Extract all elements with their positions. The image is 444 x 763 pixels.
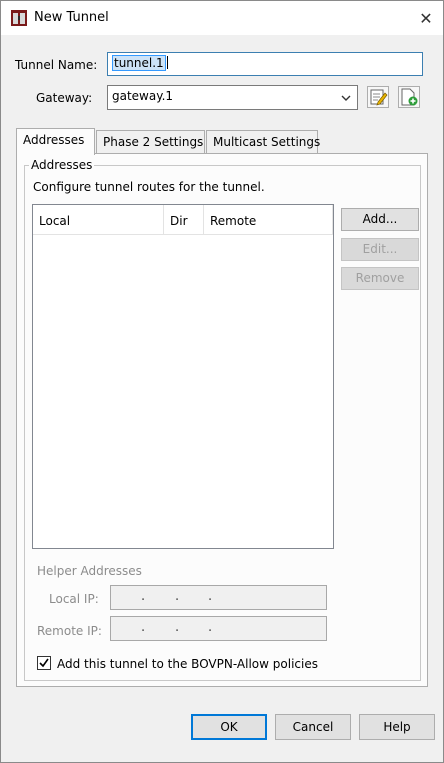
ip-octet-separator: . xyxy=(208,620,213,635)
column-header-local[interactable]: Local xyxy=(33,205,164,235)
edit-button[interactable]: Edit... xyxy=(341,238,419,261)
edit-gateway-icon xyxy=(370,89,388,106)
help-button[interactable]: Help xyxy=(359,714,435,740)
add-gateway-icon xyxy=(401,88,418,106)
ip-octet-separator: . xyxy=(141,620,146,635)
gateway-select[interactable]: gateway.1 xyxy=(107,85,358,110)
column-header-remote[interactable]: Remote xyxy=(204,205,333,235)
close-button[interactable]: ✕ xyxy=(409,1,443,35)
close-icon: ✕ xyxy=(419,8,433,28)
new-tunnel-dialog: New Tunnel ✕ Tunnel Name: tunnel.1 Gatew… xyxy=(0,0,444,763)
gateway-value: gateway.1 xyxy=(112,89,174,103)
title-bar: New Tunnel ✕ xyxy=(1,1,443,35)
tab-phase-2-settings[interactable]: Phase 2 Settings xyxy=(96,130,205,153)
text-caret xyxy=(166,56,168,69)
addresses-description: Configure tunnel routes for the tunnel. xyxy=(33,180,265,194)
tunnel-name-input[interactable]: tunnel.1 xyxy=(107,52,423,76)
chevron-down-icon xyxy=(341,95,351,101)
bovpn-allow-label[interactable]: Add this tunnel to the BOVPN-Allow polic… xyxy=(57,657,318,671)
remove-button[interactable]: Remove xyxy=(341,267,419,290)
ip-octet-separator: . xyxy=(208,589,213,604)
remote-ip-input[interactable]: . . . xyxy=(110,616,327,641)
add-gateway-button[interactable] xyxy=(398,86,420,108)
column-header-dir[interactable]: Dir xyxy=(164,205,204,235)
remote-ip-label: Remote IP: xyxy=(37,624,102,638)
tunnel-name-label: Tunnel Name: xyxy=(15,58,98,72)
window-title: New Tunnel xyxy=(34,10,109,25)
addresses-group-title: Addresses xyxy=(29,158,95,172)
add-button[interactable]: Add... xyxy=(341,208,419,231)
ip-octet-separator: . xyxy=(175,620,180,635)
bovpn-allow-checkbox[interactable] xyxy=(37,656,51,670)
checkmark-icon xyxy=(39,658,49,668)
gateway-dropdown-button[interactable] xyxy=(335,86,357,109)
tunnel-name-value: tunnel.1 xyxy=(112,55,166,71)
edit-gateway-button[interactable] xyxy=(367,86,389,108)
ip-octet-separator: . xyxy=(141,589,146,604)
cancel-button[interactable]: Cancel xyxy=(275,714,351,740)
helper-addresses-title: Helper Addresses xyxy=(37,564,142,578)
local-ip-label: Local IP: xyxy=(49,592,99,606)
ok-button[interactable]: OK xyxy=(191,714,267,740)
tunnel-routes-table[interactable]: Local Dir Remote xyxy=(32,204,334,549)
ip-octet-separator: . xyxy=(175,589,180,604)
addresses-tab-panel: Addresses Configure tunnel routes for th… xyxy=(16,153,428,687)
local-ip-input[interactable]: . . . xyxy=(110,585,327,610)
tab-multicast-settings[interactable]: Multicast Settings xyxy=(206,130,320,153)
firebox-tunnel-icon xyxy=(11,10,27,26)
tab-addresses[interactable]: Addresses xyxy=(16,128,95,155)
gateway-label: Gateway: xyxy=(36,91,93,105)
